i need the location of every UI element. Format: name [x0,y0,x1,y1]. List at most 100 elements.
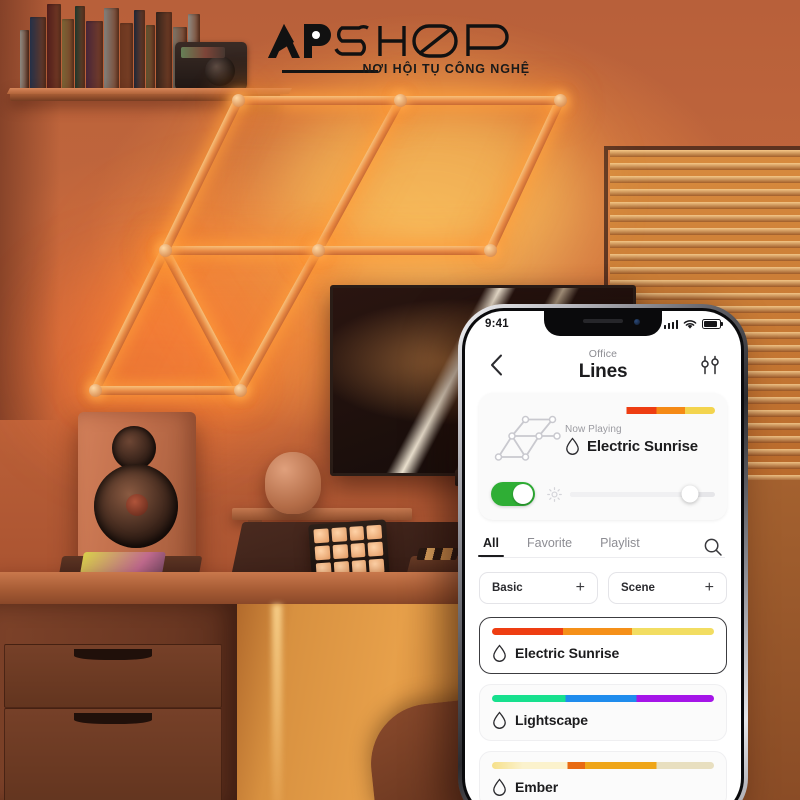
brightness-slider-knob[interactable] [681,485,699,503]
plus-icon[interactable]: + [576,580,585,596]
app-header: Office Lines [465,337,741,393]
light-bar [160,98,243,252]
drawer-handle [74,713,152,724]
now-playing-gradient [565,407,715,414]
light-bar [90,247,170,393]
droplet-icon [566,437,579,455]
scene-card[interactable]: Lightscape [479,684,727,741]
tab-playlist[interactable]: Playlist [600,536,640,557]
status-time: 9:41 [485,318,509,330]
now-playing-name-row: Electric Sunrise [565,437,715,455]
chip-label: Scene [621,582,655,594]
wifi-icon [683,319,697,329]
light-bar [165,245,318,255]
lines-layout-icon [494,415,561,461]
scene-row: Electric Sunrise [492,644,714,662]
chevron-left-icon [490,354,502,376]
room-name: Office [588,347,618,360]
settings-button[interactable] [695,350,725,380]
tab-all[interactable]: All [478,536,504,557]
earpiece-speaker [583,319,623,323]
floor-light-streak [272,604,282,800]
tab-favorite[interactable]: Favorite [527,536,572,557]
power-toggle[interactable] [491,482,535,506]
keycap [366,524,383,540]
status-indicators [663,318,723,330]
scene-card[interactable]: Electric Sunrise [479,617,727,674]
brightness-slider[interactable] [570,485,715,503]
scene-name: Ember [515,779,559,795]
brightness-control [547,485,715,503]
scene-gradient [492,628,714,635]
now-playing-top: Now Playing Electric Sunrise [491,405,715,469]
scene-card[interactable]: Ember [479,751,727,800]
scene-row: Lightscape [492,711,714,729]
keycap [332,544,348,560]
plus-icon[interactable]: + [705,580,714,596]
sliders-icon [701,355,719,375]
desk-riser [232,508,412,520]
light-bar [314,97,404,253]
now-playing-info: Now Playing Electric Sunrise [563,405,715,455]
droplet-icon [493,644,506,662]
light-bar [485,98,565,252]
light-bar [95,385,240,395]
light-connector [88,383,102,397]
front-camera [634,319,640,325]
search-icon[interactable] [703,537,723,557]
keycap [348,525,365,541]
light-glow [285,90,575,290]
speaker-woofer [94,464,178,548]
apshop-wordmark [268,24,509,58]
drawer-cabinet [0,604,237,800]
drawer-handle [74,649,152,660]
now-playing-controls [491,482,715,506]
drawer-top [4,644,222,708]
chip-label: Basic [492,582,523,594]
keycap [313,528,330,544]
chip-basic[interactable]: Basic + [479,572,598,604]
scene-gradient [492,762,714,769]
light-connector [233,383,247,397]
now-playing-label: Now Playing [565,424,622,435]
category-chips: Basic + Scene + [479,572,727,604]
chip-scene[interactable]: Scene + [608,572,727,604]
light-bar [238,95,400,105]
scene-list: Electric Sunrise Lightscape Ember [479,617,727,800]
header-titles: Office Lines [511,348,695,383]
toggle-knob [513,484,533,504]
sun-icon [547,486,562,502]
back-button[interactable] [481,350,511,380]
phone-screen: 9:41 Office Lines Now Playing Electric S… [465,311,741,800]
scene-row: Ember [492,778,714,796]
light-connector [158,243,172,257]
light-bar [400,95,560,105]
logo-tagline: NƠI HỘI TỤ CÔNG NGHỆ [362,62,530,76]
keycap [314,545,331,561]
light-connector [483,243,497,257]
battery-full-icon [702,318,723,330]
light-connector [231,93,245,107]
light-bar [161,247,244,393]
drawer-bottom [4,708,222,800]
smartphone-mockup: 9:41 Office Lines Now Playing Electric S… [458,304,748,800]
droplet-icon [493,778,506,796]
signal-bars-icon [663,319,678,329]
smart-speaker [265,452,321,514]
light-bar [236,247,322,393]
page-title: Lines [578,360,628,382]
keycap [350,542,366,558]
now-playing-scene-name: Electric Sunrise [587,437,698,455]
app-content: Now Playing Electric Sunrise All Favorit… [465,393,741,800]
light-connector [553,93,567,107]
brightness-slider-fill [570,491,691,497]
keycap [331,527,347,543]
now-playing-card[interactable]: Now Playing Electric Sunrise [479,393,727,520]
droplet-icon [493,711,506,729]
scene-name: Lightscape [515,712,588,728]
scene-gradient [492,695,714,702]
light-connector [311,243,325,257]
scene-name: Electric Sunrise [515,645,620,661]
scene-tabs: All Favorite Playlist [478,536,727,557]
tabs-divider [481,557,725,558]
